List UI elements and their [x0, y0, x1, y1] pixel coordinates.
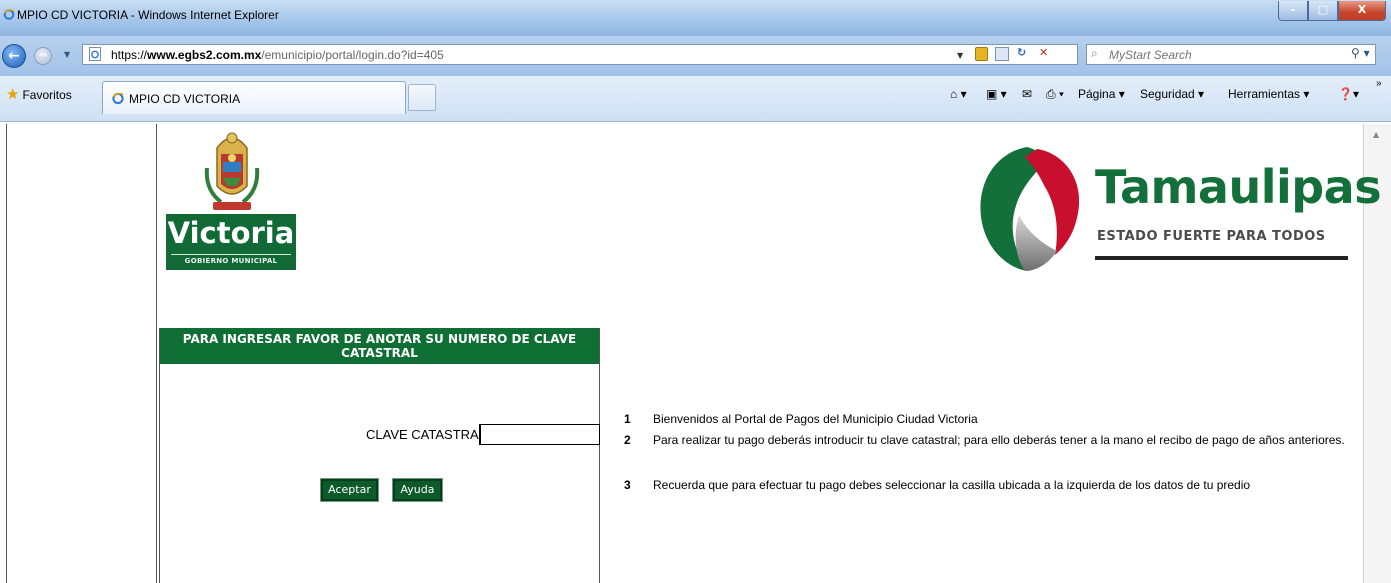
- url-host: www.egbs2.com.mx: [147, 48, 262, 62]
- back-button[interactable]: ←: [2, 44, 26, 68]
- minimize-button[interactable]: –: [1278, 1, 1308, 21]
- ie-tab-icon: [112, 92, 124, 105]
- victoria-crest-icon: [204, 132, 260, 210]
- favorites-star-icon: ★: [6, 86, 20, 103]
- tab-label: MPIO CD VICTORIA: [129, 92, 241, 106]
- instruction-number: 1: [624, 412, 631, 426]
- window-title: MPIO CD VICTORIA - Windows Internet Expl…: [17, 8, 279, 22]
- page-menu[interactable]: Página ▾: [1078, 87, 1125, 101]
- clave-catastral-label: CLAVE CATASTRAL: [366, 427, 486, 442]
- victoria-subtitle: GOBIERNO MUNICIPAL: [184, 257, 278, 265]
- feeds-icon[interactable]: ▣ ▾: [986, 87, 1007, 101]
- tab-bar: ★ Favoritos MPIO CD VICTORIA ⌂ ▾ ▣ ▾ ✉ ⎙ …: [0, 76, 1391, 122]
- search-icon[interactable]: ⚲ ▾: [1351, 46, 1370, 60]
- search-box[interactable]: ⌕ ⚲ ▾: [1086, 44, 1376, 65]
- help-icon[interactable]: ❓▾: [1338, 87, 1359, 101]
- help-button[interactable]: Ayuda: [392, 478, 443, 502]
- instruction-text: Recuerda que para efectuar tu pago debes…: [653, 478, 1251, 492]
- left-frame-border: [6, 124, 7, 583]
- favorites-button[interactable]: ★ Favoritos: [6, 84, 72, 106]
- search-input[interactable]: [1109, 47, 1329, 62]
- refresh-icon[interactable]: ↻: [1017, 46, 1026, 59]
- chevron-more-icon[interactable]: »: [1376, 78, 1382, 89]
- victoria-name: Victoria: [167, 216, 295, 250]
- victoria-divider: [171, 254, 291, 255]
- navigation-bar: ← → ▼ https://www.egbs2.com.mx/emunicipi…: [0, 36, 1391, 76]
- print-icon[interactable]: ⎙ ▾: [1046, 87, 1064, 102]
- scroll-up-arrow-icon[interactable]: ▲: [1373, 130, 1379, 139]
- url-text[interactable]: https://www.egbs2.com.mx/emunicipio/port…: [111, 48, 444, 62]
- login-header: PARA INGRESAR FAVOR DE ANOTAR SU NUMERO …: [160, 328, 599, 364]
- maximize-button[interactable]: □: [1308, 1, 1338, 21]
- url-protocol: https://: [111, 48, 148, 62]
- forward-arrow-icon: →: [38, 50, 48, 61]
- tamaulipas-logo: Tamaulipas ESTADO FUERTE PARA TODOS: [975, 137, 1382, 277]
- instruction-number: 3: [624, 478, 631, 492]
- ie-page-icon: [89, 47, 101, 61]
- compatibility-view-icon[interactable]: [995, 47, 1009, 61]
- new-tab-button[interactable]: [408, 84, 436, 111]
- home-icon[interactable]: ⌂ ▾: [950, 87, 967, 101]
- lock-icon[interactable]: [975, 47, 988, 61]
- login-panel: PARA INGRESAR FAVOR DE ANOTAR SU NUMERO …: [159, 328, 600, 583]
- url-path: /emunicipio/portal/login.do?id=405: [261, 48, 444, 62]
- accept-button[interactable]: Aceptar: [320, 478, 379, 502]
- instruction-text: Para realizar tu pago deberás introducir…: [653, 433, 1345, 447]
- window-titlebar: MPIO CD VICTORIA - Windows Internet Expl…: [0, 0, 1391, 36]
- victoria-nameplate: Victoria GOBIERNO MUNICIPAL: [166, 214, 296, 270]
- instruction-number: 2: [624, 433, 631, 447]
- instruction-text: Bienvenidos al Portal de Pagos del Munic…: [653, 412, 978, 426]
- tamaulipas-underline: [1095, 256, 1348, 260]
- tools-menu[interactable]: Herramientas ▾: [1228, 87, 1309, 101]
- tamaulipas-name: Tamaulipas: [1095, 160, 1382, 214]
- address-bar[interactable]: https://www.egbs2.com.mx/emunicipio/port…: [82, 44, 1078, 65]
- favorites-label: Favoritos: [22, 88, 72, 102]
- tamaulipas-slogan: ESTADO FUERTE PARA TODOS: [1097, 229, 1326, 244]
- search-provider-icon: ⌕: [1091, 46, 1098, 60]
- mail-icon[interactable]: ✉: [1022, 87, 1032, 101]
- forward-button[interactable]: →: [34, 47, 52, 65]
- security-menu[interactable]: Seguridad ▾: [1140, 87, 1204, 101]
- active-tab[interactable]: MPIO CD VICTORIA: [102, 81, 406, 114]
- back-arrow-icon: ←: [8, 48, 20, 64]
- address-dropdown-icon[interactable]: ▼: [957, 51, 963, 60]
- clave-catastral-input[interactable]: [479, 424, 600, 445]
- close-window-button[interactable]: X: [1338, 1, 1386, 21]
- ie-logo-icon: [3, 9, 15, 20]
- tamaulipas-emblem-icon: [980, 147, 1080, 271]
- stop-icon[interactable]: ✕: [1039, 46, 1048, 59]
- history-dropdown-icon[interactable]: ▼: [64, 50, 70, 59]
- victoria-municipal-logo: Victoria GOBIERNO MUNICIPAL: [166, 128, 296, 270]
